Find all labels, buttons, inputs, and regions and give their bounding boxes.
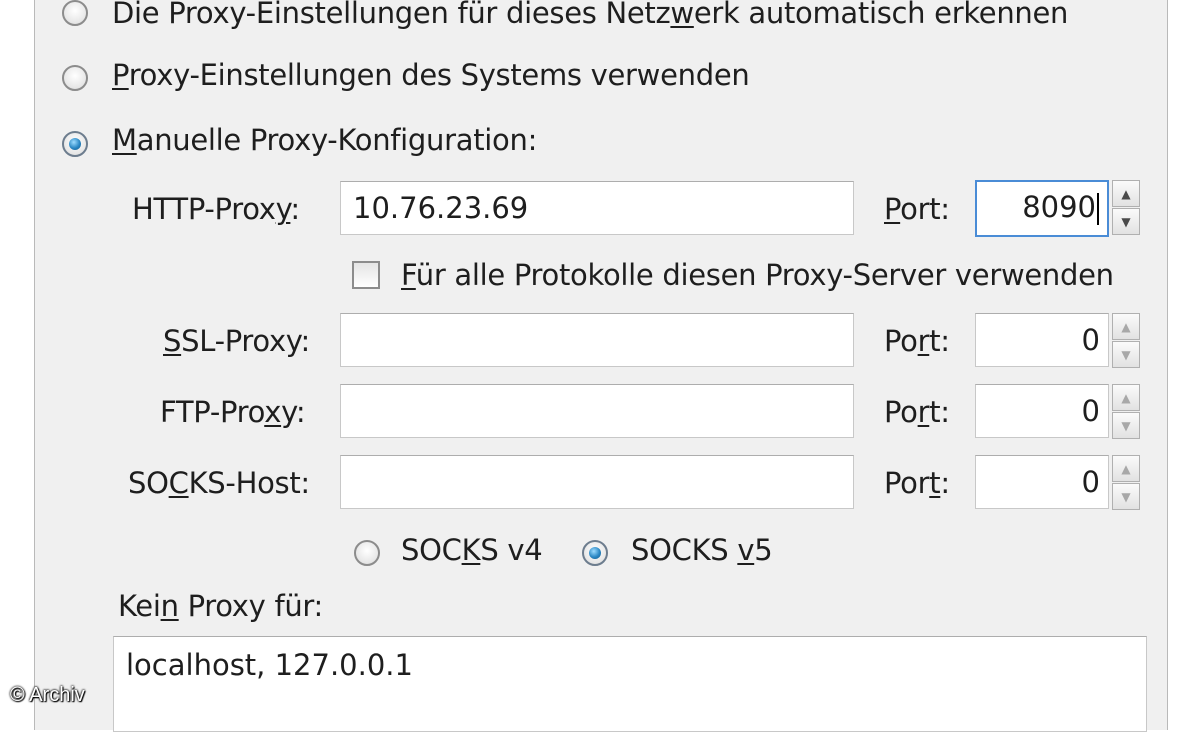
http-proxy-label-key: y <box>275 192 291 226</box>
socks-port-value: 0 <box>1081 465 1100 499</box>
socks-v5-radio[interactable] <box>582 540 608 566</box>
http-proxy-label: HTTP-Proxy: <box>132 195 300 224</box>
http-port-input[interactable]: 8090 <box>975 180 1109 237</box>
socks-port-up-arrow-icon[interactable]: ▲ <box>1112 455 1140 482</box>
http-proxy-value: 10.76.23.69 <box>353 191 529 225</box>
http-port-label-b: ort: <box>900 192 950 226</box>
system-proxy-label-b: roxy-Einstellungen des Systems verwenden <box>128 58 750 92</box>
ftp-proxy-label-key: x <box>264 395 282 429</box>
http-proxy-label-a: HTTP-Prox <box>132 192 276 226</box>
ftp-port-down-arrow-icon[interactable]: ▼ <box>1112 412 1140 439</box>
no-proxy-label-key: n <box>160 589 179 623</box>
ssl-port-down-arrow-icon[interactable]: ▼ <box>1112 341 1140 368</box>
http-port-value: 8090 <box>1022 190 1096 224</box>
auto-detect-label-b: erk automatisch erkennen <box>693 0 1069 30</box>
socks-host-label-b: KS-Host: <box>188 466 311 500</box>
ftp-proxy-input[interactable] <box>340 384 854 438</box>
ftp-port-input[interactable]: 0 <box>975 384 1109 438</box>
ssl-port-value: 0 <box>1081 323 1100 357</box>
socks-port-input[interactable]: 0 <box>975 455 1109 509</box>
ssl-port-spinner[interactable]: ▲ ▼ <box>1112 313 1140 369</box>
no-proxy-label: Kein Proxy für: <box>118 592 323 621</box>
socks-host-input[interactable] <box>340 455 854 509</box>
auto-detect-label-key: w <box>670 0 694 30</box>
socks-v4-label-a: SOC <box>401 533 462 567</box>
share-all-label[interactable]: Für alle Protokolle diesen Proxy-Server … <box>401 261 1114 290</box>
socks-port-label-b: : <box>940 466 950 500</box>
share-all-label-b: ür alle Protokolle diesen Proxy-Server v… <box>415 258 1114 292</box>
auto-detect-label[interactable]: Die Proxy-Einstellungen für dieses Netzw… <box>112 0 1068 28</box>
ftp-port-label-key: r <box>917 395 930 429</box>
copyright-watermark: © Archiv <box>10 684 85 706</box>
socks-port-down-arrow-icon[interactable]: ▼ <box>1112 483 1140 510</box>
http-proxy-label-b: : <box>290 192 300 226</box>
system-proxy-label-key: P <box>112 58 129 92</box>
socks-port-spinner[interactable]: ▲ ▼ <box>1112 455 1140 511</box>
http-proxy-input[interactable]: 10.76.23.69 <box>340 181 854 235</box>
ssl-proxy-label: SSL-Proxy: <box>163 327 310 356</box>
ssl-port-up-arrow-icon[interactable]: ▲ <box>1112 313 1140 340</box>
http-port-label: Port: <box>884 195 950 224</box>
ssl-port-label-a: Po <box>884 324 918 358</box>
socks-v4-label-key: K <box>461 533 481 567</box>
ssl-port-label: Port: <box>884 327 950 356</box>
socks-v5-label-key: v <box>737 533 755 567</box>
system-proxy-radio[interactable] <box>62 65 88 91</box>
ftp-proxy-label: FTP-Proxy: <box>160 395 306 429</box>
socks-port-label: Port: <box>884 469 950 498</box>
ftp-proxy-label-a: FTP-Pro <box>160 395 265 429</box>
manual-proxy-radio-dot <box>69 138 81 150</box>
share-all-checkbox[interactable] <box>352 261 380 289</box>
no-proxy-textarea[interactable]: localhost, 127.0.0.1 <box>113 636 1147 732</box>
ssl-proxy-input[interactable] <box>340 313 854 367</box>
socks-port-label-a: Por <box>884 466 930 500</box>
ssl-port-label-key: r <box>917 324 930 358</box>
socks-v4-radio[interactable] <box>354 540 380 566</box>
ftp-port-label-b: t: <box>929 395 950 429</box>
http-port-up-arrow-icon[interactable]: ▲ <box>1112 180 1140 207</box>
socks-host-label-key: C <box>168 466 189 500</box>
auto-detect-radio[interactable] <box>62 0 88 26</box>
socks-v5-label-a: SOCKS <box>631 533 738 567</box>
share-all-label-key: F <box>401 258 416 292</box>
socks-v5-radio-dot <box>589 547 601 559</box>
ftp-port-up-arrow-icon[interactable]: ▲ <box>1112 384 1140 411</box>
no-proxy-label-a: Kei <box>118 589 161 623</box>
no-proxy-value: localhost, 127.0.0.1 <box>126 648 413 682</box>
socks-port-label-key: t <box>929 466 941 500</box>
http-port-down-arrow-icon[interactable]: ▼ <box>1112 208 1140 235</box>
ssl-proxy-label-key: S <box>163 324 182 358</box>
http-port-label-key: P <box>884 192 901 226</box>
socks-host-label-a: SO <box>128 466 169 500</box>
ssl-proxy-label-b: SL-Proxy: <box>181 324 311 358</box>
ftp-port-label: Port: <box>884 398 950 427</box>
manual-proxy-label[interactable]: Manuelle Proxy-Konfiguration: <box>112 126 537 155</box>
manual-proxy-radio[interactable] <box>62 131 88 157</box>
socks-v4-label-b: S v4 <box>480 533 543 567</box>
ftp-port-spinner[interactable]: ▲ ▼ <box>1112 384 1140 440</box>
manual-proxy-label-key: M <box>112 123 137 157</box>
no-proxy-label-b: Proxy für: <box>178 589 324 623</box>
ftp-port-label-a: Po <box>884 395 918 429</box>
ssl-port-label-b: t: <box>929 324 950 358</box>
manual-proxy-label-b: anuelle Proxy-Konfiguration: <box>136 123 538 157</box>
auto-detect-label-a: Die Proxy-Einstellungen für dieses Netz <box>112 0 671 30</box>
ssl-port-input[interactable]: 0 <box>975 313 1109 367</box>
http-port-spinner[interactable]: ▲ ▼ <box>1112 180 1140 236</box>
system-proxy-label[interactable]: Proxy-Einstellungen des Systems verwende… <box>112 58 750 92</box>
socks-v5-label-b: 5 <box>754 533 773 567</box>
socks-host-label: SOCKS-Host: <box>128 469 310 498</box>
ftp-proxy-label-b: y: <box>281 395 306 429</box>
text-caret <box>1097 193 1099 225</box>
ftp-port-value: 0 <box>1081 394 1100 428</box>
socks-v5-label[interactable]: SOCKS v5 <box>631 533 773 567</box>
socks-v4-label[interactable]: SOCKS v4 <box>401 533 543 567</box>
